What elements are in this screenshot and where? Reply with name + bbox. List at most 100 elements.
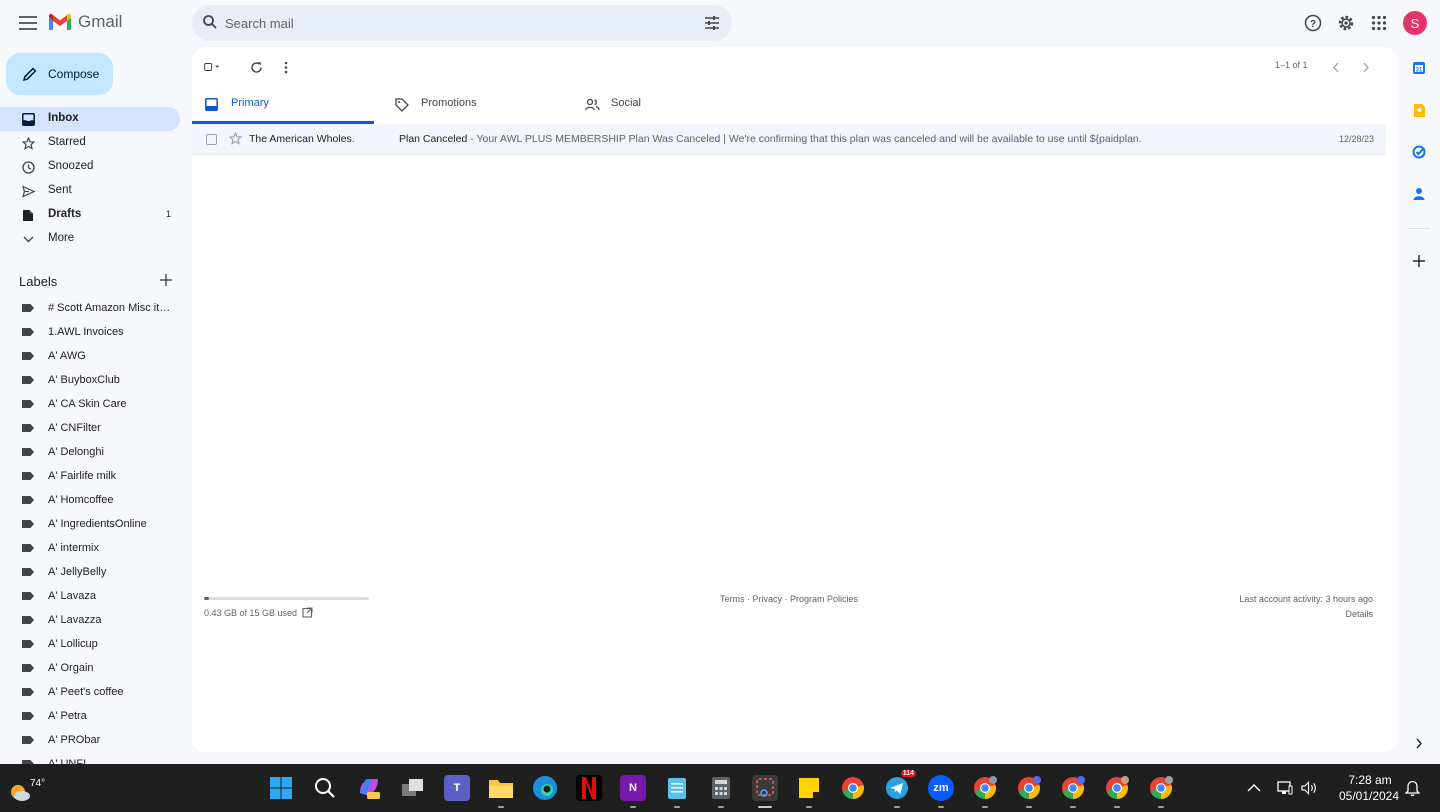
taskbar-search-icon[interactable] <box>312 775 338 801</box>
search-input[interactable] <box>225 5 675 41</box>
label-item[interactable]: A' Orgain <box>0 656 180 680</box>
chrome-profile-1-icon[interactable] <box>972 775 998 808</box>
volume-icon[interactable] <box>1301 780 1317 796</box>
label-item[interactable]: A' Lollicup <box>0 632 180 656</box>
add-label-icon[interactable] <box>159 273 173 292</box>
label-tag-icon <box>22 688 34 696</box>
chrome-profile-4-icon[interactable] <box>1104 775 1130 808</box>
details-link[interactable]: Details <box>1345 609 1373 619</box>
copilot-icon[interactable] <box>356 775 382 801</box>
account-avatar[interactable]: S <box>1403 11 1427 35</box>
chrome-profile-3-icon[interactable] <box>1060 775 1086 808</box>
weather-widget[interactable]: 74° <box>8 770 46 806</box>
label-item[interactable]: A' Lavaza <box>0 584 180 608</box>
chrome-icon[interactable] <box>840 775 866 801</box>
labels-title: Labels <box>19 274 58 289</box>
zoom-icon[interactable]: zm <box>928 775 954 808</box>
keep-icon[interactable] <box>1410 101 1428 119</box>
network-icon[interactable] <box>1277 780 1293 796</box>
label-item[interactable]: A' BuyboxClub <box>0 368 180 392</box>
email-checkbox[interactable] <box>206 134 217 145</box>
label-name: A' intermix <box>48 542 99 554</box>
label-tag-icon <box>22 544 34 552</box>
label-item[interactable]: # Scott Amazon Misc ite... <box>0 296 180 320</box>
chrome-profile-5-icon[interactable] <box>1148 775 1174 808</box>
settings-gear-icon[interactable] <box>1335 12 1357 34</box>
sticky-notes-icon[interactable] <box>796 775 822 808</box>
label-item[interactable]: A' Peet's coffee <box>0 680 180 704</box>
add-addon-icon[interactable] <box>1410 252 1428 270</box>
search-options-icon[interactable] <box>704 15 720 36</box>
refresh-icon[interactable] <box>247 58 265 76</box>
nav-item-starred[interactable]: Starred <box>0 131 180 155</box>
chevron-right-icon[interactable] <box>1357 58 1375 76</box>
label-tag-icon <box>22 616 34 624</box>
nav-item-snoozed[interactable]: Snoozed <box>0 155 180 179</box>
start-button[interactable] <box>268 775 294 801</box>
label-item[interactable]: A' CA Skin Care <box>0 392 180 416</box>
label-item[interactable]: A' JellyBelly <box>0 560 180 584</box>
contacts-icon[interactable] <box>1410 185 1428 203</box>
compose-button[interactable]: Compose <box>6 53 113 95</box>
label-name: A' Orgain <box>48 662 94 674</box>
apps-grid-icon[interactable] <box>1368 12 1390 34</box>
tab-social[interactable]: Social <box>572 89 754 124</box>
show-side-panel-icon[interactable] <box>1410 734 1428 752</box>
calculator-icon[interactable] <box>708 775 734 808</box>
chrome-profile-2-icon[interactable] <box>1016 775 1042 808</box>
select-all-checkbox[interactable] <box>204 58 222 76</box>
tab-primary[interactable]: Primary <box>192 89 374 124</box>
label-item[interactable]: A' Lavazza <box>0 608 180 632</box>
nav-item-more[interactable]: More <box>0 227 180 251</box>
more-vert-icon[interactable] <box>277 58 295 76</box>
label-name: A' PRObar <box>48 734 101 746</box>
main-menu-button[interactable] <box>16 11 40 35</box>
telegram-icon[interactable]: 114 <box>884 770 916 808</box>
label-name: A' Lavaza <box>48 590 96 602</box>
star-icon[interactable] <box>228 131 243 150</box>
label-tag-icon <box>22 736 34 744</box>
label-item[interactable]: 1.AWL Invoices <box>0 320 180 344</box>
email-row[interactable]: The American Wholes. Plan Canceled - You… <box>192 124 1386 155</box>
label-item[interactable]: A' intermix <box>0 536 180 560</box>
weather-temperature: 74° <box>30 778 46 789</box>
notepad-icon[interactable] <box>664 775 690 808</box>
clock-date[interactable]: 05/01/2024 <box>1334 789 1404 803</box>
tasks-icon[interactable] <box>1410 143 1428 161</box>
label-item[interactable]: A' Fairlife milk <box>0 464 180 488</box>
task-view-icon[interactable] <box>400 775 426 801</box>
nav-item-drafts[interactable]: Drafts 1 <box>0 203 180 227</box>
search-icon[interactable] <box>202 14 218 35</box>
label-item[interactable]: A' Homcoffee <box>0 488 180 512</box>
label-item[interactable]: A' Delonghi <box>0 440 180 464</box>
edge-icon[interactable] <box>532 775 558 801</box>
clock-time[interactable]: 7:28 am <box>1340 773 1400 787</box>
search-bar[interactable] <box>192 5 732 41</box>
label-name: A' AWG <box>48 350 86 362</box>
nav-item-inbox[interactable]: Inbox <box>0 107 180 131</box>
label-name: A' Lavazza <box>48 614 102 626</box>
label-item[interactable]: A' Petra <box>0 704 180 728</box>
label-item[interactable]: A' CNFilter <box>0 416 180 440</box>
file-explorer-icon[interactable] <box>488 775 514 808</box>
chevron-left-icon[interactable] <box>1327 58 1345 76</box>
label-tag-icon <box>22 304 34 312</box>
label-item[interactable]: A' PRObar <box>0 728 180 752</box>
label-item[interactable]: A' IngredientsOnline <box>0 512 180 536</box>
gmail-logo[interactable]: Gmail <box>48 12 122 32</box>
open-in-new-icon[interactable] <box>302 607 313 620</box>
label-tag-icon <box>22 424 34 432</box>
help-icon[interactable]: ? <box>1302 12 1324 34</box>
teams-icon[interactable]: T <box>444 775 470 801</box>
tray-chevron-up-icon[interactable] <box>1246 780 1262 796</box>
tab-promotions[interactable]: Promotions <box>382 89 564 124</box>
nav-item-sent[interactable]: Sent <box>0 179 180 203</box>
label-item[interactable]: A' AWG <box>0 344 180 368</box>
snipping-tool-icon[interactable] <box>752 775 778 808</box>
footer-links[interactable]: Terms · Privacy · Program Policies <box>720 594 858 604</box>
onenote-icon[interactable]: N <box>620 775 646 808</box>
notification-bell-icon[interactable] <box>1404 780 1420 796</box>
calendar-icon[interactable]: 31 <box>1410 59 1428 77</box>
compose-label: Compose <box>48 67 100 81</box>
netflix-icon[interactable] <box>576 775 602 801</box>
